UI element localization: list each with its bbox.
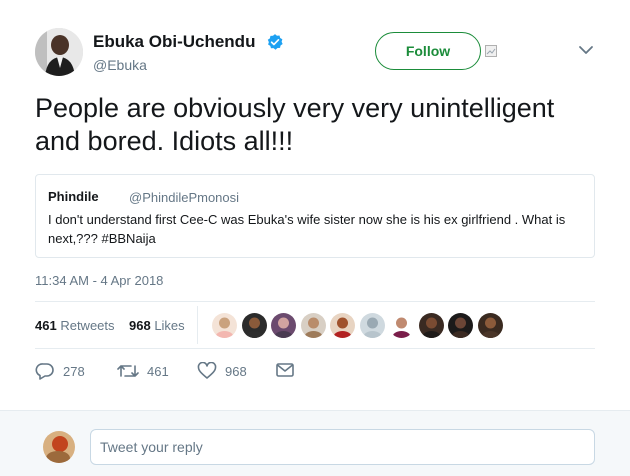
reply-count: 278: [63, 363, 85, 379]
author-handle[interactable]: @Ebuka: [93, 57, 147, 73]
retweet-action[interactable]: 461: [117, 362, 169, 380]
tweet-text: People are obviously very very unintelli…: [35, 93, 555, 156]
author-display-name[interactable]: Ebuka Obi-Uchendu: [93, 32, 255, 52]
tweet-stats: 461 Retweets 968 Likes: [35, 318, 185, 333]
broken-image-icon: [485, 45, 497, 57]
retweet-icon: [117, 365, 139, 377]
tweet-card: Ebuka Obi-Uchendu @Ebuka Follow People a…: [0, 0, 630, 410]
retweets-count: 461: [35, 318, 57, 333]
likes-label: Likes: [154, 318, 185, 333]
reply-action[interactable]: 278: [35, 362, 85, 380]
verified-badge-icon: [267, 34, 283, 50]
liker-avatar[interactable]: [389, 313, 414, 338]
author-avatar-image: [35, 28, 83, 76]
tweet-timestamp[interactable]: 11:34 AM - 4 Apr 2018: [35, 273, 163, 288]
reply-bar: [0, 410, 630, 476]
liker-avatar[interactable]: [419, 313, 444, 338]
user-avatar: [43, 431, 75, 463]
retweets-stat[interactable]: 461 Retweets: [35, 318, 115, 333]
divider: [35, 301, 595, 302]
divider: [35, 348, 595, 349]
liker-avatar[interactable]: [448, 313, 473, 338]
likes-count: 968: [128, 318, 151, 333]
chevron-down-icon[interactable]: [578, 44, 594, 56]
reply-icon: [35, 363, 54, 380]
message-action[interactable]: [276, 362, 294, 378]
quoted-author-name: Phindile: [48, 189, 99, 204]
like-count: 968: [225, 363, 247, 379]
quoted-author-handle: @PhindilePmonosi: [129, 190, 240, 205]
quoted-tweet-text: I don't understand first Cee-C was Ebuka…: [48, 212, 566, 246]
like-action[interactable]: 968: [197, 362, 247, 380]
reply-input[interactable]: [90, 429, 595, 465]
stats-separator: [197, 306, 198, 344]
follow-button[interactable]: Follow: [375, 32, 481, 70]
liker-avatar[interactable]: [360, 313, 385, 338]
likes-stat[interactable]: 968 Likes: [129, 318, 185, 333]
liker-avatar[interactable]: [271, 313, 296, 338]
liker-avatar[interactable]: [301, 313, 326, 338]
retweet-count: 461: [147, 363, 169, 379]
liker-avatar[interactable]: [242, 313, 267, 338]
heart-icon: [197, 362, 217, 379]
liker-avatar[interactable]: [478, 313, 503, 338]
author-avatar[interactable]: [35, 28, 83, 76]
envelope-icon: [276, 363, 294, 377]
user-avatar-image: [43, 431, 75, 463]
quoted-tweet[interactable]: Phindile @PhindilePmonosi I don't unders…: [35, 174, 595, 258]
liker-avatar[interactable]: [330, 313, 355, 338]
retweets-label: Retweets: [60, 318, 115, 333]
liker-avatar[interactable]: [212, 313, 237, 338]
